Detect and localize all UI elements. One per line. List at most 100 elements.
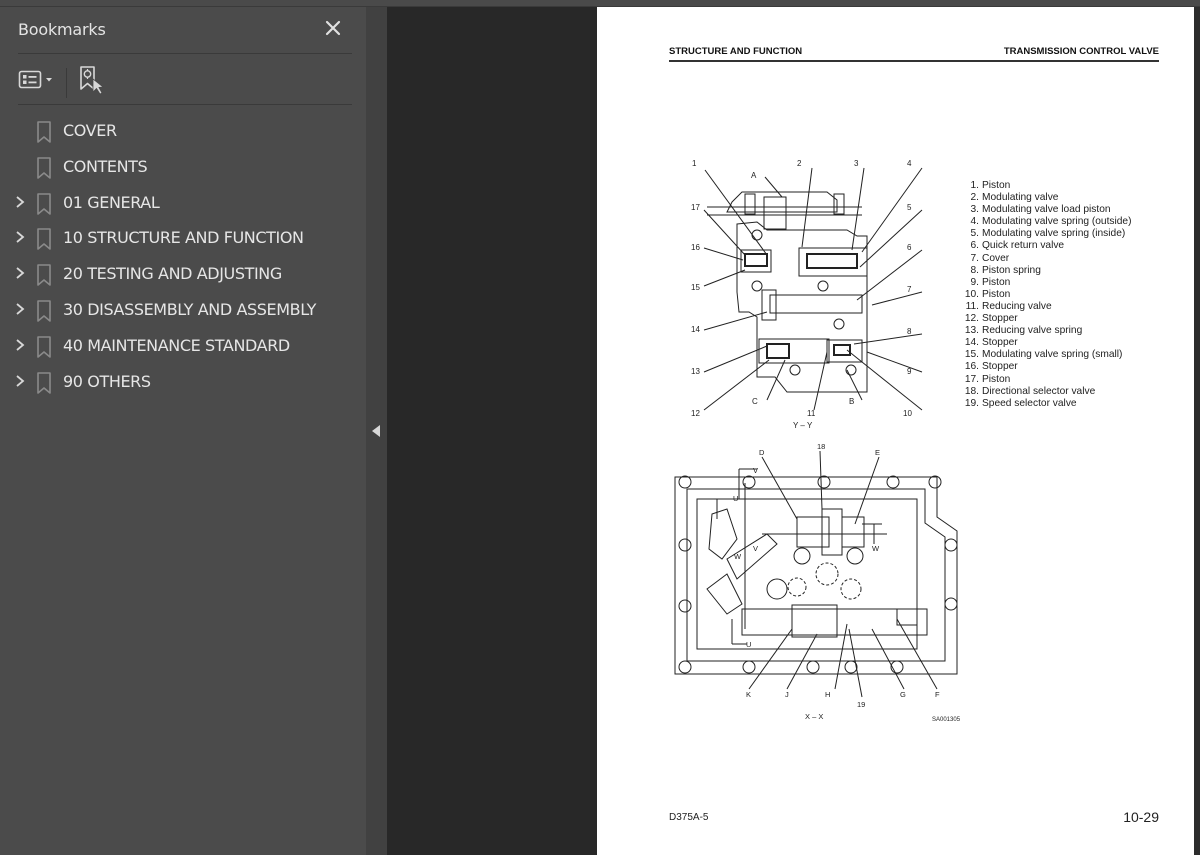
figure2-section-label: X – X xyxy=(805,712,823,721)
legend-number: 3. xyxy=(970,204,980,216)
legend-number: 2. xyxy=(970,192,980,204)
legend-text: Modulating valve spring (inside) xyxy=(982,228,1126,240)
bookmark-label: 20 TESTING AND ADJUSTING xyxy=(63,264,282,284)
bookmark-item[interactable]: 01 GENERAL xyxy=(0,184,366,220)
svg-text:15: 15 xyxy=(691,283,700,292)
bookmarks-toolbar xyxy=(18,64,352,104)
collapse-panel-handle[interactable] xyxy=(366,7,387,855)
legend-item: 10. Piston xyxy=(964,289,1132,301)
legend-text: Directional selector valve xyxy=(982,385,1096,397)
bookmark-icon xyxy=(37,371,51,394)
find-current-bookmark-button[interactable] xyxy=(78,64,108,95)
bookmark-item[interactable]: COVER xyxy=(0,112,366,148)
svg-text:9: 9 xyxy=(907,367,912,376)
svg-text:8: 8 xyxy=(907,327,912,336)
legend-text: Piston xyxy=(982,373,1011,385)
bookmark-label: 40 MAINTENANCE STANDARD xyxy=(63,335,290,355)
svg-text:J: J xyxy=(785,690,789,699)
svg-text:E: E xyxy=(875,448,880,457)
bookmark-item[interactable]: 90 OTHERS xyxy=(0,363,366,399)
bookmark-icon xyxy=(37,192,51,215)
bookmark-list: COVER CONTENTS 01 GENERAL 10 STRUCTURE AND … xyxy=(0,112,366,398)
svg-text:16: 16 xyxy=(691,243,700,252)
legend-number: 19. xyxy=(964,397,979,409)
svg-text:W: W xyxy=(734,552,742,561)
svg-text:H: H xyxy=(825,690,830,699)
svg-text:1: 1 xyxy=(692,159,697,168)
bookmark-item[interactable]: 30 DISASSEMBLY AND ASSEMBLY xyxy=(0,291,366,327)
svg-text:G: G xyxy=(900,690,906,699)
chevron-right-icon[interactable] xyxy=(14,302,26,316)
legend-item: 8. Piston spring xyxy=(964,265,1132,277)
svg-text:W: W xyxy=(872,544,880,553)
legend-number: 16. xyxy=(964,361,979,373)
legend-number: 13. xyxy=(964,325,979,337)
chevron-right-icon[interactable] xyxy=(14,195,26,209)
bookmark-icon xyxy=(37,228,51,251)
svg-text:A: A xyxy=(751,171,757,180)
bookmark-options-icon xyxy=(18,70,52,89)
pdf-page: STRUCTURE AND FUNCTION TRANSMISSION CONT… xyxy=(597,7,1194,855)
legend-number: 7. xyxy=(970,252,980,264)
header-topic: TRANSMISSION CONTROL VALVE xyxy=(1003,46,1159,57)
bookmark-options-button[interactable] xyxy=(18,64,58,94)
bookmark-label: 01 GENERAL xyxy=(63,192,160,212)
bookmark-label: CONTENTS xyxy=(63,156,148,176)
svg-text:F: F xyxy=(935,690,940,699)
svg-text:17: 17 xyxy=(691,203,700,212)
scroll-gutter xyxy=(1194,7,1200,855)
legend-item: 11. Reducing valve xyxy=(964,301,1132,313)
find-current-bookmark-icon xyxy=(80,66,104,95)
bookmark-icon xyxy=(37,300,51,322)
legend-item: 17. Piston xyxy=(964,374,1132,386)
toolbar-divider xyxy=(18,104,352,105)
svg-text:12: 12 xyxy=(691,409,700,418)
header-section: STRUCTURE AND FUNCTION xyxy=(669,46,803,57)
legend-item: 19. Speed selector valve xyxy=(964,398,1132,410)
legend-number: 12. xyxy=(964,313,979,325)
legend-text: Modulating valve load piston xyxy=(982,204,1111,216)
bookmarks-panel: Bookmarks COVER CONTENTS 01 GENERAL 10 S… xyxy=(0,7,366,855)
chevron-right-icon[interactable] xyxy=(14,338,26,352)
legend-text: Modulating valve spring (small) xyxy=(982,349,1123,361)
svg-text:13: 13 xyxy=(691,367,700,376)
chevron-right-icon[interactable] xyxy=(14,266,26,280)
legend-item: 6. Quick return valve xyxy=(964,240,1132,252)
legend-item: 1. Piston xyxy=(964,180,1132,192)
legend-item: 15. Modulating valve spring (small) xyxy=(964,349,1132,361)
bookmark-item[interactable]: 20 TESTING AND ADJUSTING xyxy=(0,255,366,291)
legend-item: 14. Stopper xyxy=(964,337,1132,349)
chevron-right-icon[interactable] xyxy=(14,374,26,388)
svg-text:3: 3 xyxy=(854,159,859,168)
svg-text:V: V xyxy=(753,544,758,553)
svg-text:C: C xyxy=(752,397,758,406)
legend-number: 4. xyxy=(970,216,980,228)
window-top-bar xyxy=(0,0,1200,7)
svg-text:11: 11 xyxy=(807,409,816,418)
legend-text: Piston spring xyxy=(982,264,1041,276)
svg-text:2: 2 xyxy=(797,159,802,168)
chevron-right-icon[interactable] xyxy=(14,230,26,244)
close-panel-button[interactable] xyxy=(322,17,344,39)
legend-item: 5. Modulating valve spring (inside) xyxy=(964,228,1132,240)
legend-text: Quick return valve xyxy=(982,240,1065,252)
svg-text:K: K xyxy=(746,690,751,699)
legend-text: Stopper xyxy=(982,313,1018,325)
legend-number: 18. xyxy=(964,385,979,397)
svg-text:U: U xyxy=(746,640,751,649)
legend-text: Stopper xyxy=(982,361,1018,373)
bookmark-icon xyxy=(37,335,51,358)
collapse-left-icon xyxy=(372,425,380,437)
drawing-id: SA001305 xyxy=(932,717,961,723)
panel-divider xyxy=(18,53,352,54)
figure1-section-label: Y – Y xyxy=(793,421,813,430)
svg-text:U: U xyxy=(733,494,738,503)
bookmark-item[interactable]: 40 MAINTENANCE STANDARD xyxy=(0,327,366,363)
bookmark-item[interactable]: 10 STRUCTURE AND FUNCTION xyxy=(0,219,366,255)
bookmark-item[interactable]: CONTENTS xyxy=(0,148,366,184)
legend-item: 13. Reducing valve spring xyxy=(964,325,1132,337)
legend-item: 16. Stopper xyxy=(964,361,1132,373)
legend-text: Speed selector valve xyxy=(982,397,1077,409)
close-icon xyxy=(325,20,341,36)
legend-item: 2. Modulating valve xyxy=(964,192,1132,204)
